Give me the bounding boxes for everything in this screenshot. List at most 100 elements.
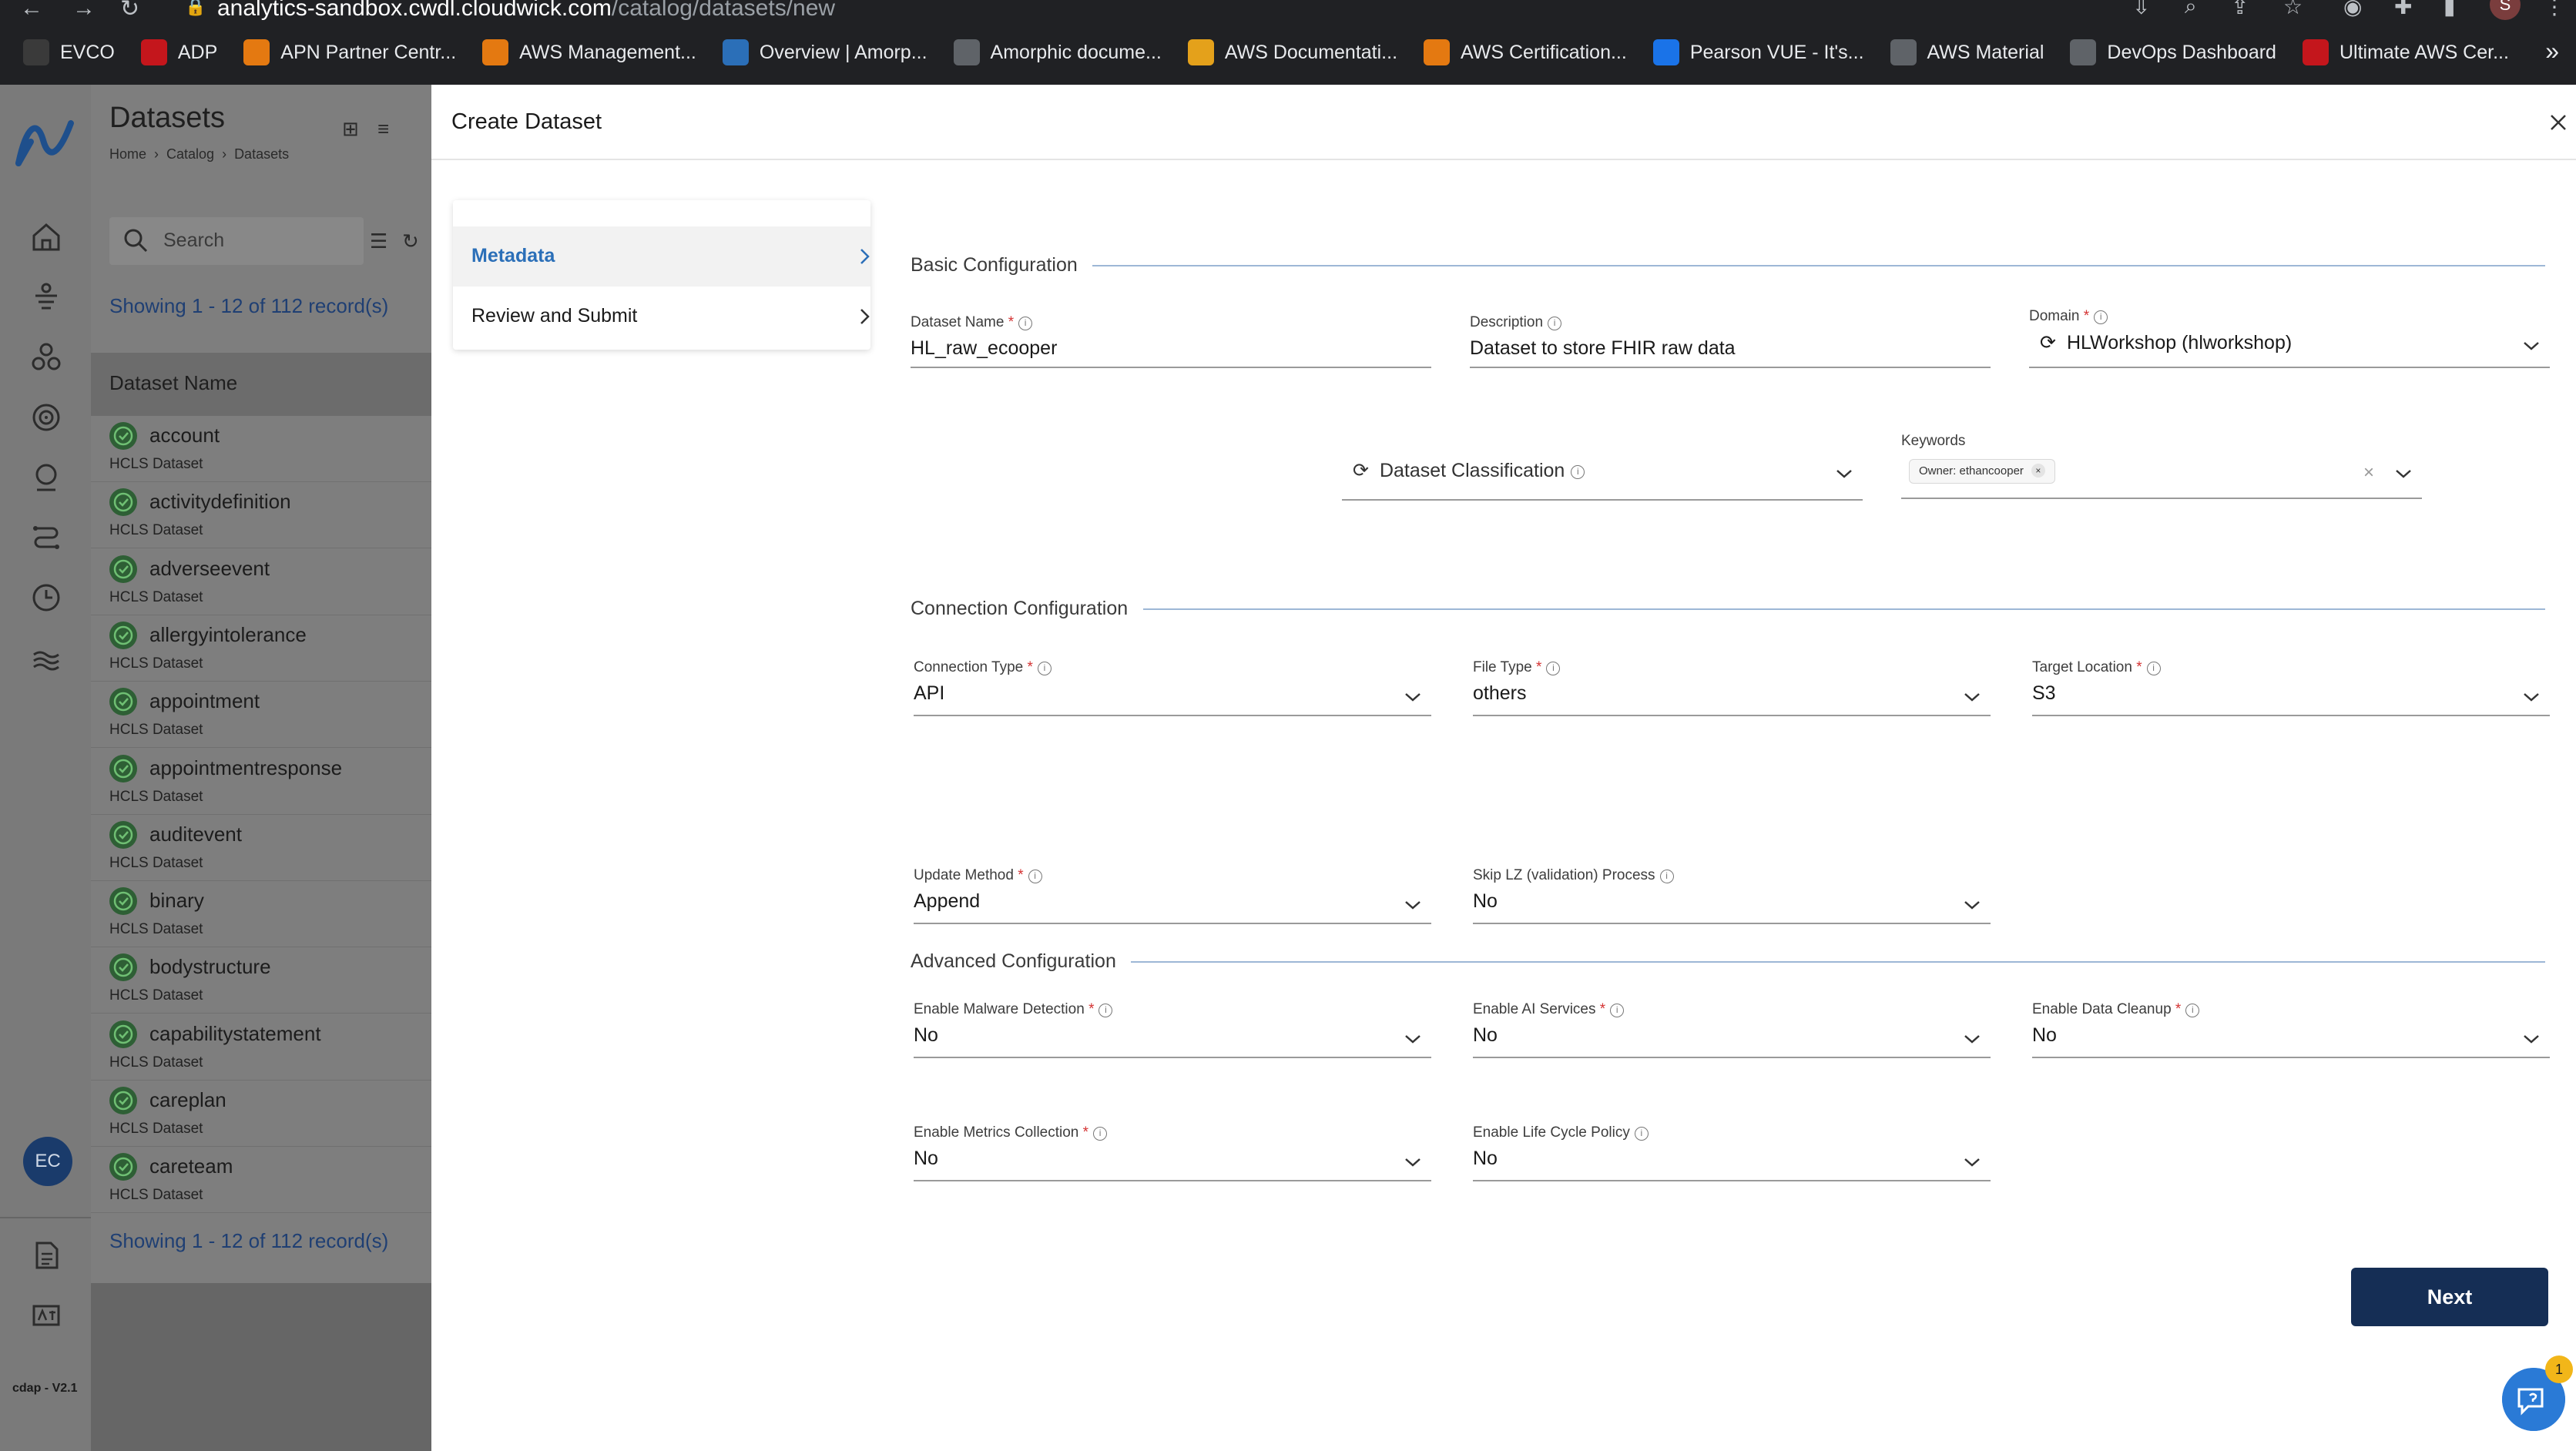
info-icon[interactable]: i — [1018, 317, 1033, 330]
info-icon[interactable]: i — [1037, 662, 1052, 675]
breadcrumb-catalog[interactable]: Catalog — [166, 146, 214, 162]
dataset-name[interactable]: appointment — [149, 689, 260, 713]
info-icon[interactable]: i — [2146, 662, 2161, 675]
info-icon[interactable]: i — [2094, 310, 2108, 324]
close-icon[interactable] — [2547, 111, 2570, 134]
info-icon[interactable]: i — [1610, 1004, 1625, 1017]
info-icon[interactable]: i — [1028, 870, 1042, 883]
dataset-row[interactable]: allergyintolerance HCLS Dataset — [91, 615, 431, 682]
dataset-row[interactable]: appointmentresponse HCLS Dataset — [91, 749, 431, 815]
dataset-row[interactable]: adverseevent HCLS Dataset — [91, 549, 431, 615]
dataset-name[interactable]: auditevent — [149, 823, 242, 846]
info-icon[interactable]: i — [1098, 1004, 1113, 1017]
search-input[interactable]: Search — [109, 217, 364, 265]
ingestion-icon[interactable] — [29, 280, 63, 314]
ml-icon[interactable] — [29, 461, 63, 494]
keyword-chip[interactable]: Owner: ethancooper × — [1909, 459, 2055, 484]
dataset-name[interactable]: binary — [149, 889, 204, 913]
more-bookmarks-icon[interactable]: » — [2545, 37, 2559, 65]
clear-icon[interactable]: × — [2363, 462, 2374, 484]
bookmark-item[interactable]: APN Partner Centr... — [243, 39, 456, 65]
bookmark-item[interactable]: DevOps Dashboard — [2070, 39, 2276, 65]
info-icon[interactable]: i — [2185, 1004, 2200, 1017]
info-icon[interactable]: i — [1571, 465, 1585, 479]
dataset-name-field[interactable]: Dataset Name * i HL_raw_ecooper — [911, 314, 1431, 376]
extension-icon[interactable]: ◉ — [2343, 0, 2362, 19]
dataset-row[interactable]: bodystructure HCLS Dataset — [91, 947, 431, 1014]
bookmark-item[interactable]: AWS Documentati... — [1187, 39, 1397, 65]
info-icon[interactable]: i — [1548, 317, 1562, 330]
refresh-icon[interactable]: ⟳ — [2040, 332, 2056, 354]
dataset-name[interactable]: adverseevent — [149, 557, 270, 581]
update-method-select[interactable]: Update Method * i Append — [914, 867, 1431, 929]
dataset-row[interactable]: binary HCLS Dataset — [91, 881, 431, 948]
target-location-select[interactable]: Target Location * i S3 — [2032, 659, 2550, 721]
bookmark-star-icon[interactable]: ☆ — [2283, 0, 2303, 19]
lifecycle-policy-select[interactable]: Enable Life Cycle Policy i No — [1473, 1124, 1991, 1186]
next-button[interactable]: Next — [2351, 1268, 2548, 1326]
skip-lz-select[interactable]: Skip LZ (validation) Process i No — [1473, 867, 1991, 929]
dataset-row[interactable]: careteam HCLS Dataset — [91, 1147, 431, 1214]
step-review-submit[interactable]: Review and Submit — [453, 287, 870, 347]
dataset-name[interactable]: allergyintolerance — [149, 623, 307, 647]
bookmark-item[interactable]: AWS Material — [1890, 39, 2044, 65]
ai-services-select[interactable]: Enable AI Services * i No — [1473, 1001, 1991, 1063]
sidebar-icon[interactable]: ▮ — [2444, 0, 2455, 19]
data-cleanup-select[interactable]: Enable Data Cleanup * i No — [2032, 1001, 2550, 1063]
bookmark-item[interactable]: Ultimate AWS Cer... — [2302, 39, 2509, 65]
back-arrow-icon[interactable]: ← — [20, 0, 43, 22]
dataset-name[interactable]: bodystructure — [149, 955, 271, 979]
bookmark-item[interactable]: Amorphic docume... — [953, 39, 1162, 65]
bookmark-item[interactable]: AWS Certification... — [1424, 39, 1627, 65]
dataset-name[interactable]: careplan — [149, 1088, 226, 1112]
dataset-row[interactable]: auditevent HCLS Dataset — [91, 815, 431, 881]
dataset-name[interactable]: appointmentresponse — [149, 756, 342, 780]
info-icon[interactable]: i — [1093, 1127, 1108, 1141]
grid-view-icon[interactable]: ⊞ — [342, 117, 359, 141]
dataset-row[interactable]: activitydefinition HCLS Dataset — [91, 482, 431, 549]
classification-select[interactable]: ⟳ Dataset Classification i — [1342, 436, 1863, 501]
chip-remove-icon[interactable]: × — [2031, 464, 2045, 478]
domain-select[interactable]: Domain * i ⟳ HLWorkshop (hlworkshop) — [2029, 308, 2550, 370]
share-icon[interactable]: ⇪ — [2231, 0, 2249, 19]
dataset-row[interactable]: account HCLS Dataset — [91, 416, 431, 482]
refresh-icon[interactable]: ↻ — [402, 230, 419, 253]
install-icon[interactable]: ⇩ — [2132, 0, 2150, 19]
dataset-row[interactable]: appointment HCLS Dataset — [91, 682, 431, 749]
dataset-name[interactable]: account — [149, 424, 220, 447]
dataset-name[interactable]: capabilitystatement — [149, 1022, 321, 1046]
breadcrumb-home[interactable]: Home — [109, 146, 146, 162]
dataset-name[interactable]: careteam — [149, 1154, 233, 1178]
malware-detection-select[interactable]: Enable Malware Detection * i No — [914, 1001, 1431, 1063]
metrics-collection-select[interactable]: Enable Metrics Collection * i No — [914, 1124, 1431, 1186]
bookmark-item[interactable]: Pearson VUE - It's... — [1652, 39, 1864, 65]
connection-type-select[interactable]: Connection Type * i API — [914, 659, 1431, 721]
puzzle-icon[interactable]: ✚ — [2394, 0, 2412, 19]
user-avatar[interactable]: EC — [23, 1137, 72, 1186]
bookmark-item[interactable]: ADP — [140, 39, 217, 65]
datalake-icon[interactable] — [29, 641, 63, 675]
info-icon[interactable]: i — [1659, 870, 1674, 883]
keywords-field[interactable]: Keywords Owner: ethancooper × × — [1901, 433, 2422, 499]
filter-icon[interactable]: ☰ — [370, 230, 387, 253]
app-logo-icon[interactable] — [14, 111, 75, 173]
column-header[interactable]: Dataset Name — [91, 353, 431, 416]
kebab-menu-icon[interactable]: ⋮ — [2544, 0, 2565, 19]
pipelines-icon[interactable] — [29, 521, 63, 555]
profile-avatar[interactable]: S — [2490, 0, 2521, 20]
step-metadata[interactable]: Metadata — [453, 226, 870, 287]
info-icon[interactable]: i — [1634, 1127, 1649, 1141]
description-field[interactable]: Description i Dataset to store FHIR raw d… — [1470, 314, 1991, 376]
zoom-icon[interactable]: ⌕ — [2185, 0, 2197, 19]
datasets-icon[interactable] — [29, 340, 63, 374]
home-icon[interactable] — [29, 220, 63, 254]
reload-icon[interactable]: ↻ — [120, 0, 139, 22]
analytics-icon[interactable] — [29, 400, 63, 434]
url-field[interactable]: analytics-sandbox.cwdl.cloudwick.com/cat… — [217, 0, 835, 22]
dataset-name[interactable]: activitydefinition — [149, 490, 291, 514]
documentation-icon[interactable] — [29, 1238, 63, 1272]
dataset-row[interactable]: capabilitystatement HCLS Dataset — [91, 1014, 431, 1081]
list-view-icon[interactable]: ≡ — [377, 117, 389, 141]
translate-icon[interactable] — [29, 1299, 63, 1332]
bookmark-item[interactable]: Overview | Amorp... — [722, 39, 927, 65]
